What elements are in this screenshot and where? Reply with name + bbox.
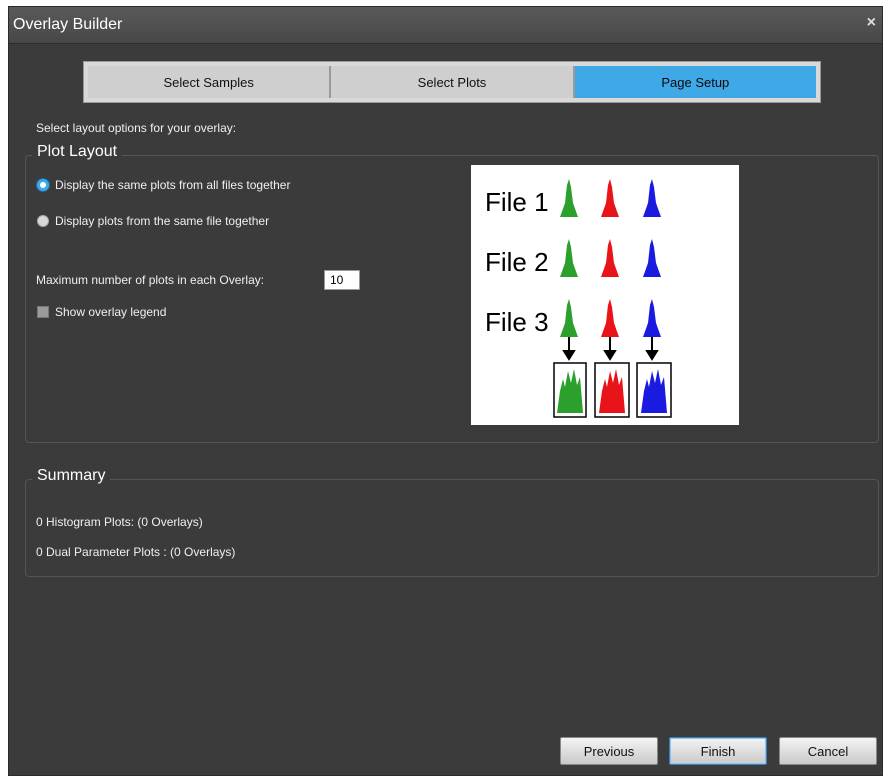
peak-blue-file2 [643,239,661,277]
show-overlay-legend-option[interactable]: Show overlay legend [37,305,166,319]
histogram-summary: 0 Histogram Plots: (0 Overlays) [36,515,203,529]
peak-blue-file3 [643,299,661,337]
file1-label: File 1 [485,187,549,217]
dialog-title: Overlay Builder [13,16,123,33]
plot-layout-group: Plot Layout [25,143,879,443]
file3-label: File 3 [485,307,549,337]
illustration-svg: File 1 File 2 File 3 [485,179,672,418]
option-same-file-label: Display plots from the same file togethe… [55,214,270,228]
cancel-button[interactable]: Cancel [779,737,877,765]
peak-blue-file1 [643,179,661,217]
overlay-histogram-red [599,369,625,413]
option-same-file[interactable]: Display plots from the same file togethe… [37,214,269,228]
finish-button[interactable]: Finish [669,737,767,765]
tab-page-setup[interactable]: Page Setup [574,66,816,98]
radio-selected-icon[interactable] [37,179,49,191]
peak-red-file1 [601,179,619,217]
option-all-files-label: Display the same plots from all files to… [55,178,291,192]
close-icon[interactable]: × [867,14,876,32]
tab-select-plots[interactable]: Select Plots [331,66,575,98]
summary-heading: Summary [32,467,111,485]
overlay-histogram-green [557,369,583,413]
overlay-histogram-blue [641,369,667,413]
peak-red-file2 [601,239,619,277]
histogram-peaks [560,179,661,337]
peak-green-file1 [560,179,578,217]
file2-label: File 2 [485,247,549,277]
peak-green-file2 [560,239,578,277]
peak-green-file3 [560,299,578,337]
layout-illustration: File 1 File 2 File 3 [471,165,739,425]
radio-unselected-icon[interactable] [37,215,49,227]
previous-button[interactable]: Previous [560,737,658,765]
max-plots-input[interactable] [324,270,360,290]
dual-parameter-summary: 0 Dual Parameter Plots : (0 Overlays) [36,545,236,559]
wizard-tabs: Select Samples Select Plots Page Setup [83,61,821,103]
show-legend-label: Show overlay legend [55,305,167,319]
title-bar[interactable]: Overlay Builder × [9,7,882,44]
option-all-files[interactable]: Display the same plots from all files to… [37,178,290,192]
overlay-histograms [557,369,667,413]
instruction-text: Select layout options for your overlay: [36,121,237,135]
overlay-builder-dialog: Overlay Builder × Select Samples Select … [8,6,883,776]
peak-red-file3 [601,299,619,337]
down-arrows [562,337,659,361]
show-legend-checkbox[interactable] [37,306,49,318]
plot-layout-heading: Plot Layout [32,143,123,161]
tab-select-samples[interactable]: Select Samples [88,66,332,98]
max-plots-label: Maximum number of plots in each Overlay: [36,273,265,287]
